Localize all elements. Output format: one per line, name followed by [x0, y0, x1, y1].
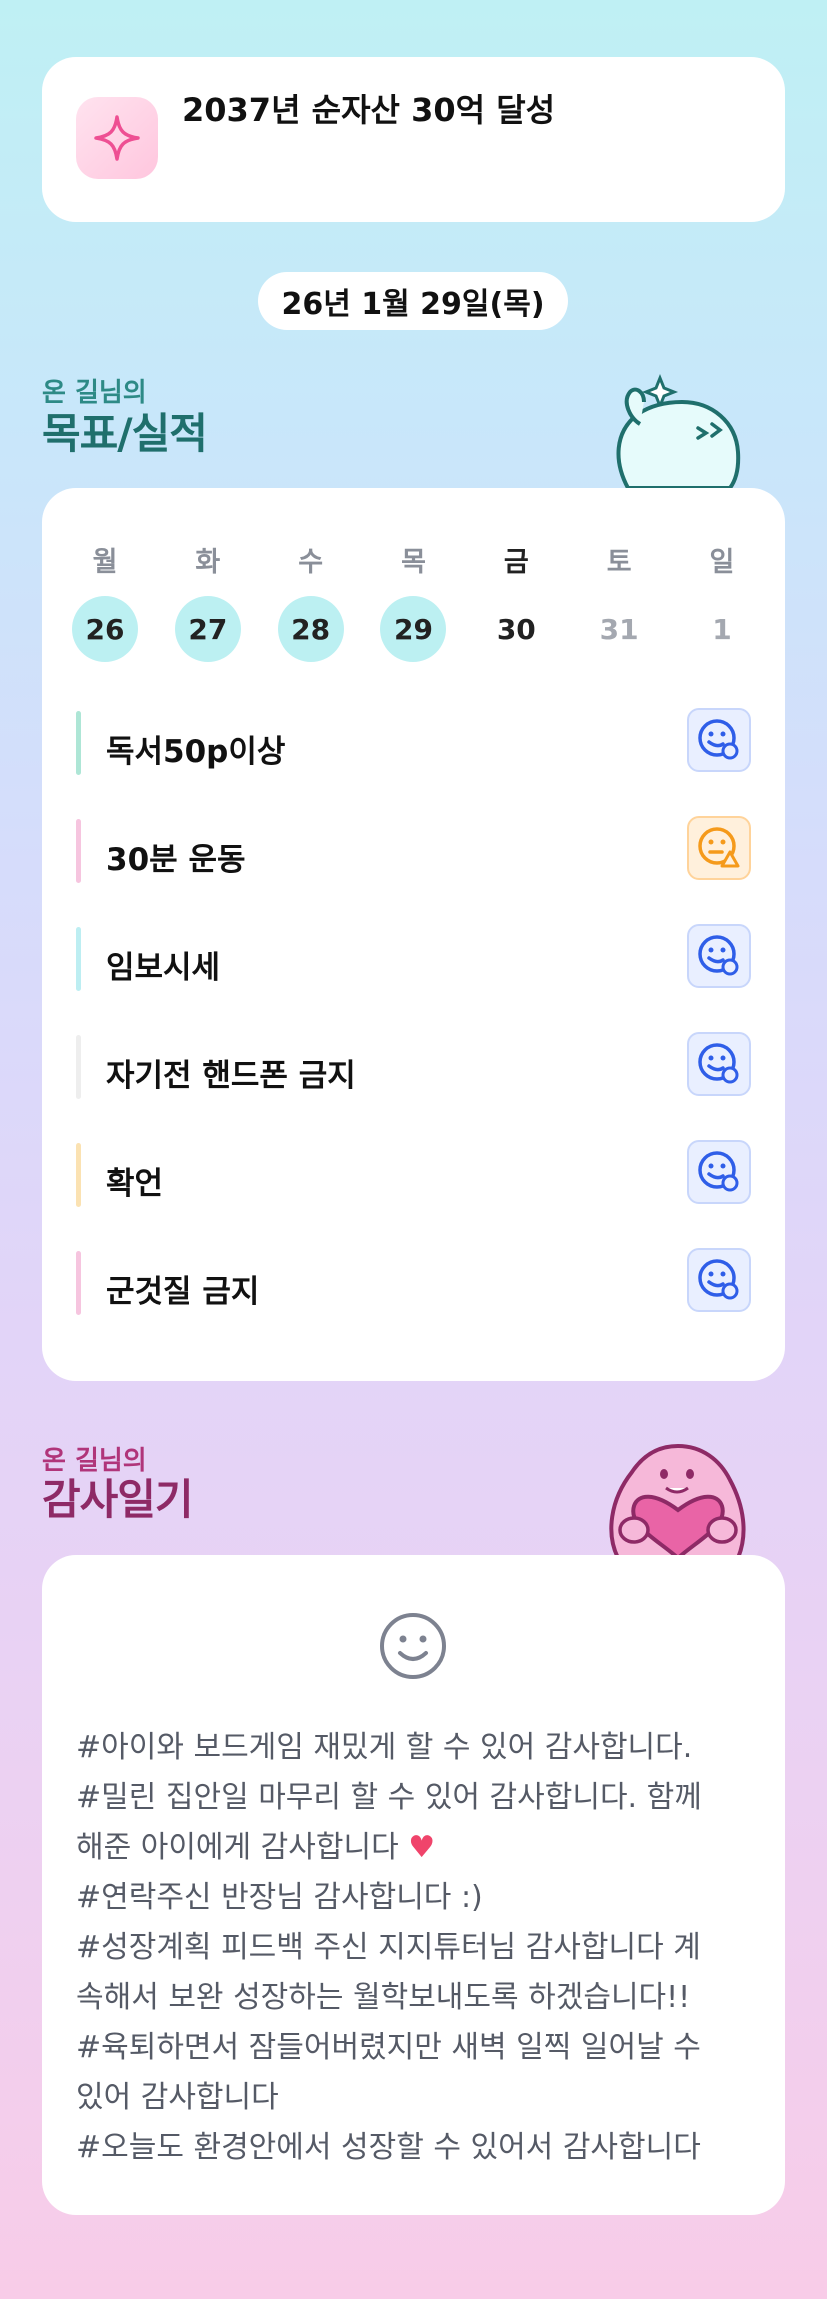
date-button-today[interactable]: 30 — [483, 596, 549, 662]
task-color-bar — [76, 927, 81, 991]
gratitude-card[interactable]: #아이와 보드게임 재밌게 할 수 있어 감사합니다. #밀린 집안일 마무리 … — [42, 1555, 785, 2215]
date-button[interactable]: 27 — [174, 596, 241, 662]
day-name: 화 — [195, 547, 221, 578]
date-button[interactable]: 29 — [380, 596, 447, 662]
smile-check-icon[interactable] — [687, 1140, 751, 1204]
goals-section-title: 목표/실적 — [42, 409, 208, 458]
date-button[interactable]: 26 — [72, 596, 138, 662]
task-row[interactable]: 독서50p이상 — [76, 708, 751, 778]
gratitude-line: 있어 감사합니다 — [76, 2080, 279, 2115]
gratitude-line-with-heart: 해준 아이에게 감사합니다 ♥ — [76, 1823, 766, 1873]
date-label[interactable]: 26년 1월 29일(목) — [258, 272, 568, 330]
date-button[interactable]: 1 — [689, 596, 755, 662]
sparkle-icon — [76, 97, 158, 179]
week-dates: 26 27 28 29 30 31 1 — [42, 596, 785, 662]
task-label: 자기전 핸드폰 금지 — [106, 1058, 356, 1094]
gratitude-line: 속해서 보완 성장하는 월학보내도록 하겠습니다!! — [76, 1980, 691, 2015]
gratitude-line: #성장계획 피드백 주신 지지튜터님 감사합니다 계 — [76, 1930, 701, 1965]
pink-mascot-icon — [609, 1443, 746, 1558]
task-row[interactable]: 30분 운동 — [76, 816, 751, 886]
heart-icon: ♥ — [408, 1830, 436, 1865]
task-color-bar — [76, 711, 81, 775]
day-name: 수 — [298, 547, 324, 578]
task-row[interactable]: 확언 — [76, 1140, 751, 1210]
smile-face-icon — [378, 1611, 448, 1681]
task-row[interactable]: 군것질 금지 — [76, 1248, 751, 1318]
task-row[interactable]: 자기전 핸드폰 금지 — [76, 1032, 751, 1102]
gratitude-line: #육퇴하면서 잠들어버렸지만 새벽 일찍 일어날 수 — [76, 2030, 701, 2065]
task-row[interactable]: 임보시세 — [76, 924, 751, 994]
task-label: 30분 운동 — [106, 842, 246, 878]
date-button[interactable]: 31 — [586, 596, 652, 662]
gratitude-line: #밀린 집안일 마무리 할 수 있어 감사합니다. 함께 — [76, 1780, 702, 1815]
smile-check-icon[interactable] — [687, 1248, 751, 1312]
day-name-today: 금 — [503, 547, 529, 578]
task-color-bar — [76, 819, 81, 883]
gratitude-line: #연락주신 반장님 감사합니다 :) — [76, 1880, 483, 1915]
task-color-bar — [76, 1143, 81, 1207]
task-color-bar — [76, 1251, 81, 1315]
smile-check-icon[interactable] — [687, 924, 751, 988]
gratitude-line: #오늘도 환경안에서 성장할 수 있어서 감사합니다 — [76, 2130, 701, 2165]
gratitude-section-title: 감사일기 — [42, 1475, 194, 1524]
gratitude-line: #아이와 보드게임 재밌게 할 수 있어 감사합니다. — [76, 1730, 693, 1765]
goal-card[interactable]: 2037년 순자산 30억 달성 — [42, 57, 785, 222]
goal-text: 2037년 순자산 30억 달성 — [182, 91, 556, 129]
smile-warning-icon[interactable] — [687, 816, 751, 880]
gratitude-text: #아이와 보드게임 재밌게 할 수 있어 감사합니다. #밀린 집안일 마무리 … — [76, 1723, 766, 2173]
date-button[interactable]: 28 — [277, 596, 344, 662]
week-day-names: 월 화 수 목 금 토 일 — [42, 540, 785, 579]
task-label: 확언 — [106, 1166, 164, 1202]
gratitude-line: 해준 아이에게 감사합니다 — [76, 1830, 399, 1865]
day-name: 월 — [92, 547, 118, 578]
day-name: 목 — [401, 547, 426, 578]
goals-card: 월 화 수 목 금 토 일 26 27 28 29 30 31 1 독서50p이… — [42, 488, 785, 1381]
day-name: 토 — [606, 547, 632, 578]
day-name: 일 — [709, 547, 735, 578]
task-color-bar — [76, 1035, 81, 1099]
smile-check-icon[interactable] — [687, 708, 751, 772]
task-label: 임보시세 — [106, 950, 221, 986]
task-label: 독서50p이상 — [106, 734, 286, 770]
ghost-mascot-icon — [616, 373, 741, 490]
smile-check-icon[interactable] — [687, 1032, 751, 1096]
task-label: 군것질 금지 — [106, 1274, 260, 1310]
